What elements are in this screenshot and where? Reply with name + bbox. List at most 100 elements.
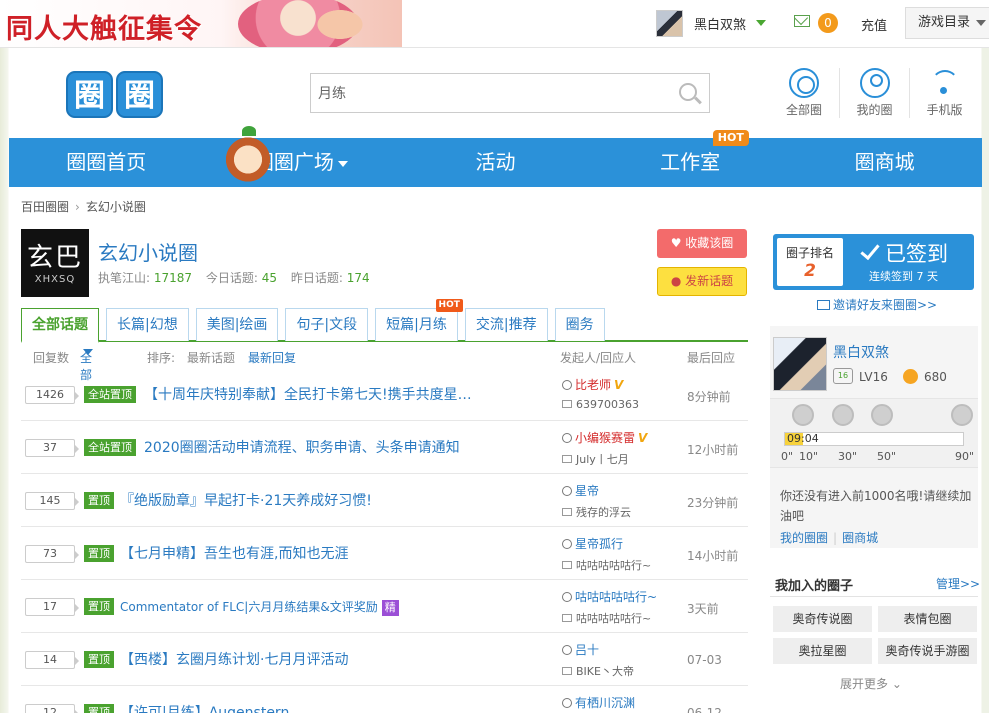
reply-count: 145 bbox=[25, 492, 79, 510]
recharge-link[interactable]: 充值 bbox=[861, 15, 887, 34]
nav-plaza[interactable]: 圈圈广场 bbox=[204, 126, 399, 187]
topic-replier[interactable]: BIKE丶大帝 bbox=[562, 663, 634, 679]
all-circles-link[interactable]: 全部圈 bbox=[769, 68, 839, 118]
pin-tag: 全站置顶 bbox=[84, 386, 136, 403]
replier-name: 残存的浮云 bbox=[576, 506, 631, 519]
mobile-version-link[interactable]: 手机版 bbox=[909, 68, 979, 118]
mail-icon[interactable] bbox=[794, 15, 810, 27]
topic-title[interactable]: Commentator of FLC|六月月练结果&文评奖励精 bbox=[120, 598, 399, 616]
coin-icon bbox=[903, 369, 918, 384]
manage-link[interactable]: 管理>> bbox=[936, 575, 980, 592]
tab-affairs[interactable]: 圈务 bbox=[554, 308, 605, 341]
pin-tag: 置顶 bbox=[84, 704, 114, 713]
avatar[interactable] bbox=[656, 9, 683, 37]
nav-activities[interactable]: 活动 bbox=[398, 138, 593, 187]
checkin-panel: 圈子排名 2 已签到 连续签到 7 天 bbox=[773, 234, 974, 290]
my-circles-link[interactable]: 我的圈 bbox=[839, 68, 909, 118]
user-menu[interactable]: 黑白双煞 bbox=[656, 9, 767, 37]
search-input[interactable] bbox=[318, 75, 658, 111]
table-row: 1426 全站置顶 【十周年庆特别奉献】全民打卡第七天!携手共度星… 比老师 V … bbox=[21, 368, 748, 421]
tab-long-fantasy[interactable]: 长篇|幻想 bbox=[106, 308, 189, 341]
chevron-down-icon[interactable] bbox=[756, 20, 767, 26]
circle-title[interactable]: 玄幻小说圈 bbox=[98, 237, 198, 266]
reward-icon[interactable] bbox=[792, 404, 814, 426]
search-icon[interactable] bbox=[679, 83, 697, 101]
face-icon bbox=[562, 645, 572, 655]
reward-icon[interactable] bbox=[871, 404, 893, 426]
tab-short-monthly[interactable]: 短篇|月练 HOT bbox=[375, 299, 463, 341]
topic-author[interactable]: 比老师 V bbox=[562, 376, 623, 393]
tab-art[interactable]: 美图|绘画 bbox=[195, 308, 279, 341]
topic-author[interactable]: 星帝孤行 bbox=[562, 535, 623, 552]
profile-name[interactable]: 黑白双煞 bbox=[833, 342, 889, 362]
invite-friends-link[interactable]: 邀请好友来圈圈>> bbox=[817, 296, 937, 313]
pin-tag: 置顶 bbox=[84, 651, 114, 668]
coin-count: 680 bbox=[924, 370, 947, 384]
joined-circle-item[interactable]: 表情包圈 bbox=[878, 606, 977, 632]
topic-title[interactable]: 【西楼】玄圈月练计划·七月月评活动 bbox=[120, 649, 348, 669]
joined-circle-item[interactable]: 奥奇传说圈 bbox=[773, 606, 872, 632]
reward-icon[interactable] bbox=[832, 404, 854, 426]
topic-replier[interactable]: 639700363 bbox=[562, 398, 639, 411]
topic-title[interactable]: 『绝版励章』早起打卡·21天养成好习惯! bbox=[120, 490, 372, 510]
shop-link[interactable]: 圈商城 bbox=[842, 531, 878, 545]
avatar[interactable] bbox=[773, 337, 827, 391]
level-icon: 16 bbox=[833, 368, 853, 384]
tab-exchange[interactable]: 交流|推荐 bbox=[464, 308, 548, 341]
my-circle-link[interactable]: 我的圈圈 bbox=[780, 531, 828, 545]
author-name: 吕十 bbox=[575, 643, 600, 657]
divider: | bbox=[833, 531, 838, 545]
circle-rank[interactable]: 圈子排名 2 bbox=[777, 238, 843, 286]
table-row: 73 置顶 【七月申精】吾生也有涯,而知也无涯 星帝孤行 咕咕咕咕咕行~ 14小… bbox=[21, 527, 748, 580]
topic-author[interactable]: 有栖川沉渊 bbox=[562, 694, 635, 711]
topic-author[interactable]: 咕咕咕咕咕行~ bbox=[562, 588, 657, 605]
top-bar: 同人大触征集令 黑白双煞 0 充值 游戏目录 bbox=[0, 0, 989, 48]
new-topic-button[interactable]: ● 发新话题 bbox=[657, 267, 747, 296]
comment-icon bbox=[562, 400, 572, 408]
topic-title[interactable]: 【十周年庆特别奉献】全民打卡第七天!携手共度星… bbox=[144, 384, 472, 404]
nav-shop[interactable]: 圈商城 bbox=[787, 138, 982, 187]
nav-shop-label: 圈商城 bbox=[854, 150, 915, 174]
breadcrumb-current[interactable]: 玄幻小说圈 bbox=[86, 200, 146, 214]
topic-replier[interactable]: 残存的浮云 bbox=[562, 504, 631, 520]
vip-badge: V bbox=[638, 431, 648, 445]
topic-title[interactable]: 【七月申精】吾生也有涯,而知也无涯 bbox=[120, 543, 348, 563]
topic-title[interactable]: 【许可|月练】Augenstern bbox=[120, 702, 289, 713]
topic-author[interactable]: 星帝 bbox=[562, 482, 599, 499]
joined-circle-item[interactable]: 奥拉星圈 bbox=[773, 638, 872, 664]
favorite-circle-button[interactable]: ♥ 收藏该圈 bbox=[657, 229, 747, 258]
stat-value: 174 bbox=[346, 271, 370, 285]
topic-list: 1426 全站置顶 【十周年庆特别奉献】全民打卡第七天!携手共度星… 比老师 V … bbox=[21, 368, 748, 713]
stat-label: 执笔江山: bbox=[98, 271, 151, 285]
joined-circle-item[interactable]: 奥奇传说手游圈 bbox=[878, 638, 977, 664]
comment-icon bbox=[562, 667, 572, 675]
topic-replier[interactable]: July丨七月 bbox=[562, 451, 629, 467]
circle-stats: 执笔江山: 17187 今日话题: 45 昨日话题: 174 bbox=[98, 269, 380, 286]
topic-author[interactable]: 吕十 bbox=[562, 641, 599, 658]
topic-replier[interactable]: 咕咕咕咕咕行~ bbox=[562, 610, 651, 626]
reward-icon[interactable] bbox=[951, 404, 973, 426]
circle-logo[interactable]: 玄巴 XHXSQ bbox=[21, 229, 89, 297]
sort-latest-reply[interactable]: 最新回复 bbox=[248, 349, 296, 366]
tab-sentences[interactable]: 句子|文段 bbox=[285, 308, 369, 341]
mail-count-badge[interactable]: 0 bbox=[818, 13, 838, 33]
replier-name: BIKE丶大帝 bbox=[576, 665, 634, 678]
reply-count: 1426 bbox=[25, 386, 79, 404]
site-logo[interactable]: 圈 圈 bbox=[66, 71, 163, 118]
expand-more-link[interactable]: 展开更多 ⌄ bbox=[840, 675, 902, 692]
nav-studio[interactable]: 工作室 HOT bbox=[593, 130, 788, 187]
chevron-down-icon: ⌄ bbox=[891, 677, 902, 691]
tab-all-topics[interactable]: 全部话题 bbox=[21, 308, 99, 343]
sort-latest-topic[interactable]: 最新话题 bbox=[187, 349, 235, 366]
topic-replier[interactable]: 咕咕咕咕咕行~ bbox=[562, 557, 651, 573]
topic-author[interactable]: 小编猴赛雷 V bbox=[562, 429, 647, 446]
last-reply-time: 12小时前 bbox=[687, 443, 739, 457]
breadcrumb-home[interactable]: 百田圈圈 bbox=[21, 200, 69, 214]
table-row: 145 置顶 『绝版励章』早起打卡·21天养成好习惯! 星帝 残存的浮云 23分… bbox=[21, 474, 748, 527]
promo-banner[interactable]: 同人大触征集令 bbox=[0, 0, 402, 47]
game-directory-dropdown[interactable]: 游戏目录 bbox=[905, 7, 989, 39]
nav-home[interactable]: 圈圈首页 bbox=[9, 138, 204, 187]
username[interactable]: 黑白双煞 bbox=[694, 14, 746, 33]
pin-tag: 置顶 bbox=[84, 545, 114, 562]
topic-title[interactable]: 2020圈圈活动申请流程、职务申请、头条申请通知 bbox=[144, 437, 460, 457]
